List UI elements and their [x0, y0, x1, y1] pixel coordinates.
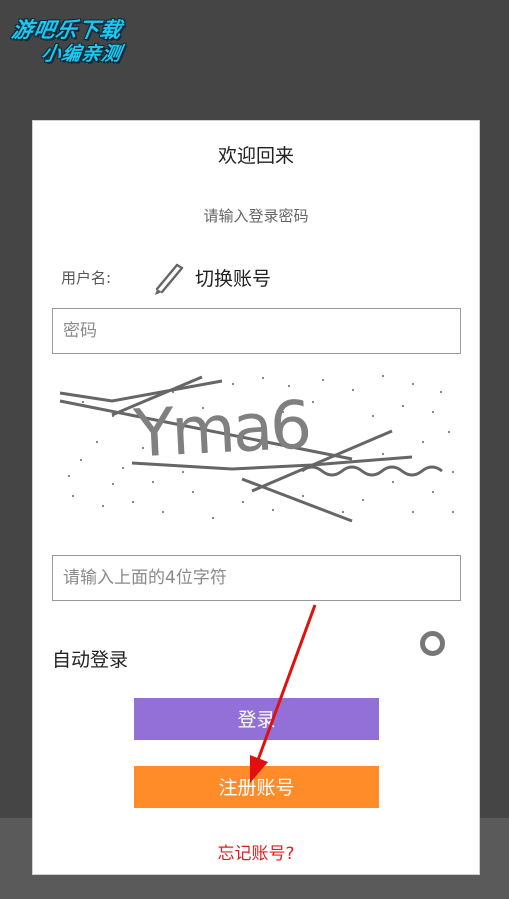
watermark-line2: 小编亲测	[39, 43, 124, 65]
pencil-icon[interactable]	[151, 259, 187, 297]
auto-login-toggle[interactable]	[420, 631, 445, 656]
forgot-account-link[interactable]: 忘记账号?	[33, 839, 479, 864]
register-button[interactable]: 注册账号	[134, 766, 379, 808]
captcha-text: Yma6	[132, 386, 311, 473]
login-dialog: 欢迎回来 请输入登录密码 用户名: 切换账号 Yma6 请输入上面的4位字符 自…	[32, 120, 480, 875]
dialog-subtitle: 请输入登录密码	[203, 207, 309, 225]
watermark-logo: 游吧乐下载 小编亲测	[6, 8, 146, 66]
dialog-title: 欢迎回来	[217, 145, 294, 167]
captcha-image[interactable]: Yma6	[52, 371, 461, 529]
switch-account-link[interactable]: 切换账号	[195, 264, 271, 291]
username-label: 用户名:	[61, 269, 112, 287]
login-button[interactable]: 登录	[134, 698, 379, 740]
captcha-input[interactable]	[52, 555, 461, 601]
auto-login-label: 自动登录	[52, 649, 129, 671]
password-field[interactable]	[52, 308, 461, 354]
